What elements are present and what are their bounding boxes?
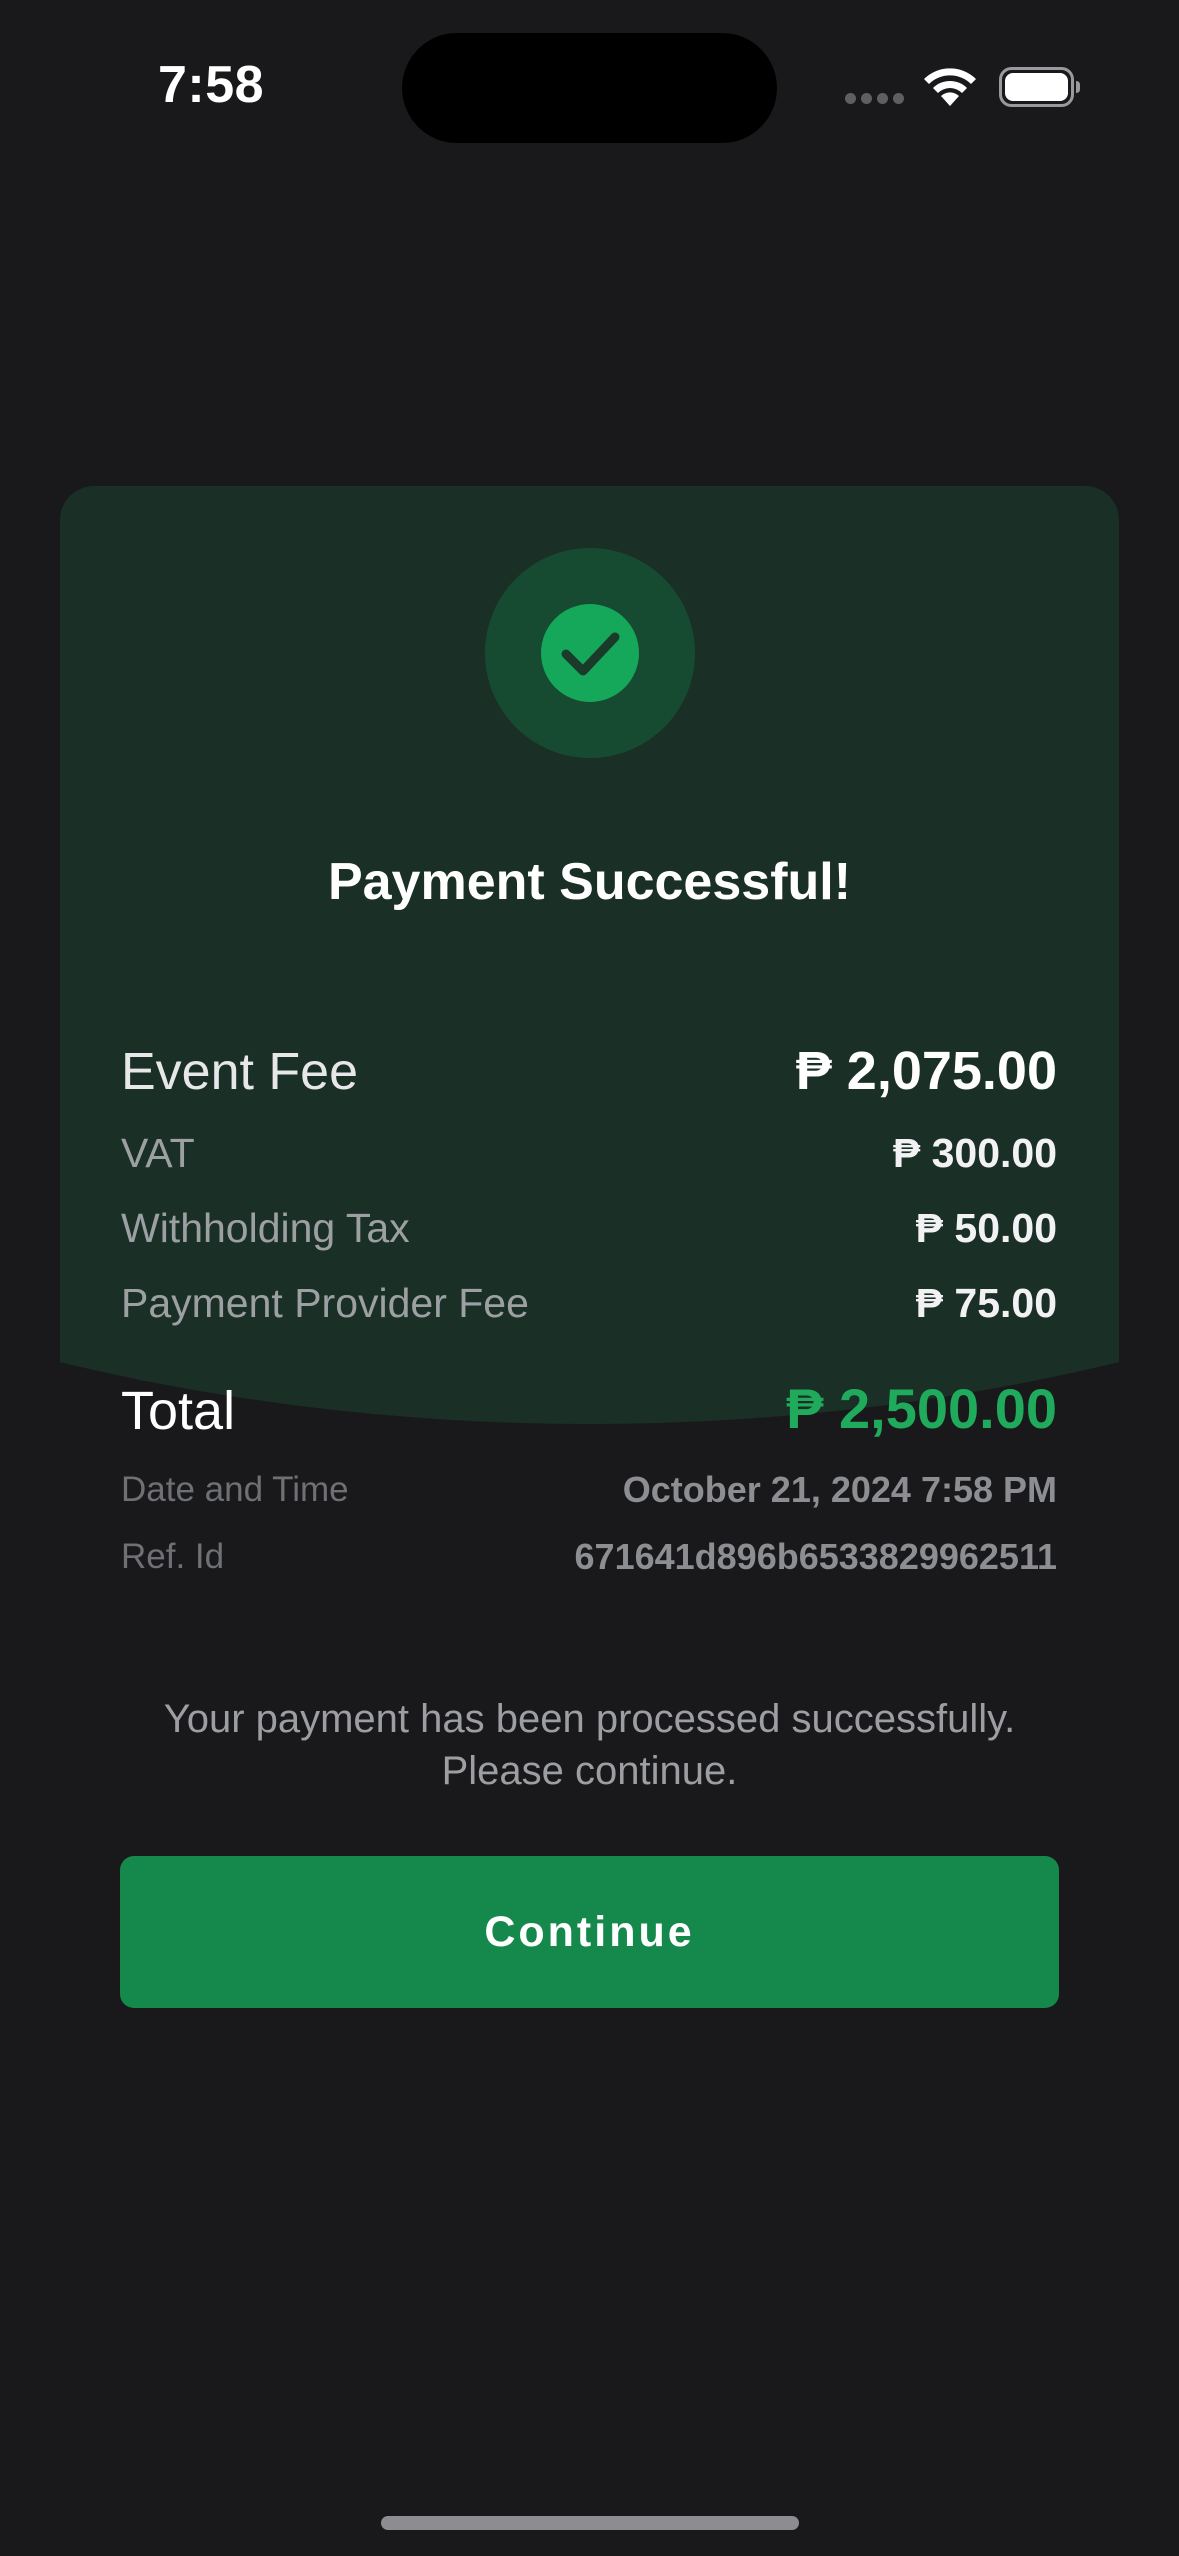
date-time-value: October 21, 2024 7:58 PM xyxy=(622,1469,1057,1510)
withholding-tax-value: ₱ 50.00 xyxy=(915,1205,1057,1251)
status-time: 7:58 xyxy=(158,56,265,114)
event-fee-label: Event Fee xyxy=(121,1043,359,1101)
total-label: Total xyxy=(121,1381,236,1441)
event-fee-value: ₱ 2,075.00 xyxy=(795,1041,1057,1101)
total-value: ₱ 2,500.00 xyxy=(786,1377,1057,1440)
success-message-line2: Please continue. xyxy=(441,1749,738,1793)
success-message: Your payment has been processed successf… xyxy=(0,1693,1179,1797)
date-time-label: Date and Time xyxy=(121,1470,349,1509)
home-indicator[interactable] xyxy=(381,2516,799,2530)
vat-value: ₱ 300.00 xyxy=(892,1130,1057,1176)
provider-fee-value: ₱ 75.00 xyxy=(915,1280,1057,1326)
success-message-line1: Your payment has been processed successf… xyxy=(163,1697,1016,1741)
ref-id-label: Ref. Id xyxy=(121,1537,225,1576)
signal-dots-icon xyxy=(845,93,905,105)
wifi-icon xyxy=(921,64,979,108)
dynamic-island xyxy=(402,33,777,143)
ref-id-value: 671641d896b6533829962511 xyxy=(574,1536,1057,1577)
vat-label: VAT xyxy=(121,1130,195,1176)
checkmark-circle-icon xyxy=(541,604,639,702)
payment-success-title: Payment Successful! xyxy=(327,853,852,911)
withholding-tax-label: Withholding Tax xyxy=(121,1205,410,1251)
provider-fee-label: Payment Provider Fee xyxy=(121,1280,529,1326)
continue-button[interactable]: Continue xyxy=(120,1856,1059,2008)
battery-icon xyxy=(999,67,1081,107)
